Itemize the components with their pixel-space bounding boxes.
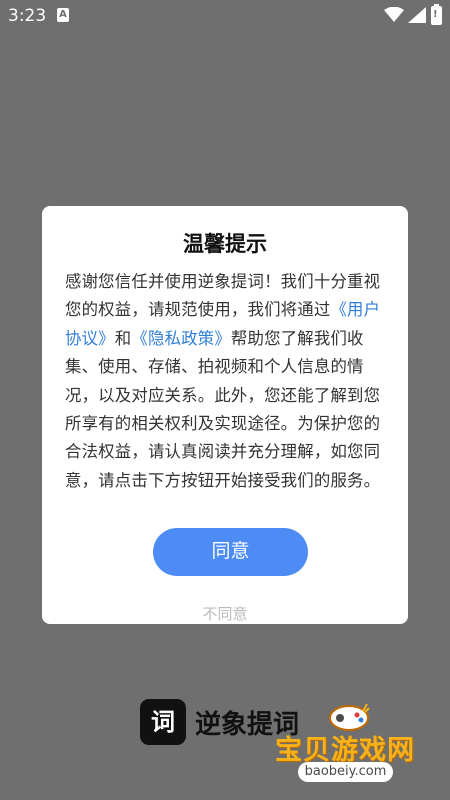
battery-alert-mark: ! <box>433 9 438 20</box>
dialog-body: 感谢您信任并使用逆象提词！我们十分重视您的权益，请规范使用，我们将通过《用户协议… <box>65 268 391 495</box>
dialog-title: 温馨提示 <box>183 232 267 256</box>
status-time: 3:23 <box>8 6 47 26</box>
wifi-icon <box>384 7 404 22</box>
a-icon: A <box>57 8 69 22</box>
and-text: 和 <box>114 328 132 348</box>
disagree-button[interactable]: 不同意 <box>42 603 408 624</box>
watermark: 宝贝游戏网 baobeiy.com <box>275 700 425 790</box>
body-text-2: 帮助您了解我们收集、使用、存储、拍视频和个人信息的情况，以及对应关系。此外，您还… <box>65 328 381 490</box>
privacy-dialog: 温馨提示 感谢您信任并使用逆象提词！我们十分重视您的权益，请规范使用，我们将通过… <box>42 206 408 624</box>
status-bar: 3:23 A ! <box>0 0 450 32</box>
privacy-policy-link[interactable]: 《隐私政策》 <box>131 329 231 348</box>
signal-icon <box>408 7 426 23</box>
battery-icon: ! <box>431 4 442 25</box>
agree-button[interactable]: 同意 <box>153 528 308 576</box>
app-logo: 词 <box>140 699 186 745</box>
watermark-url: baobeiy.com <box>298 762 393 782</box>
